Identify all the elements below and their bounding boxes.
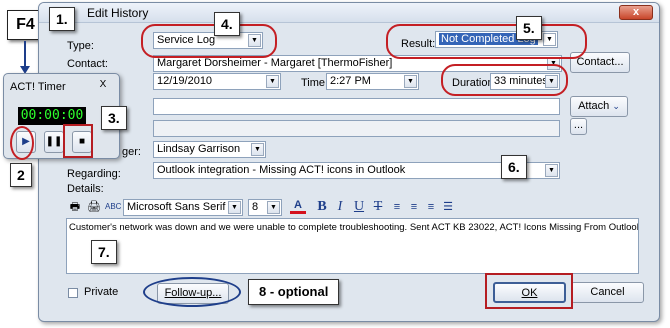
chevron-down-icon[interactable]: ▼: [404, 75, 417, 88]
cancel-button[interactable]: Cancel: [571, 282, 644, 303]
callout-5: 5.: [516, 16, 542, 40]
type-highlight: [141, 24, 277, 58]
print-icon[interactable]: 🖶: [67, 199, 83, 215]
callout-8: 8 - optional: [248, 279, 340, 305]
timer-close-icon[interactable]: X: [95, 78, 111, 92]
time-field[interactable]: 2:27 PM ▼: [326, 73, 419, 90]
private-checkbox[interactable]: [68, 288, 78, 298]
align-left-icon[interactable]: ≡: [389, 199, 405, 215]
browse-button[interactable]: ...: [570, 118, 587, 135]
chevron-down-icon[interactable]: ▼: [228, 201, 241, 214]
result-highlight: [386, 24, 587, 59]
dialog-titlebar: Edit History x: [39, 3, 659, 23]
contact-label: Contact:: [67, 58, 108, 70]
font-color-icon[interactable]: A: [290, 199, 306, 214]
timer-display: 00:00:00: [18, 107, 86, 125]
contact-value: Margaret Dorsheimer - Margaret [ThermoFi…: [157, 57, 393, 69]
chevron-down-icon[interactable]: ▼: [545, 164, 558, 177]
manager-dropdown[interactable]: Lindsay Garrison ▼: [153, 141, 266, 158]
spellcheck-icon[interactable]: ABC: [105, 199, 121, 215]
private-label: Private: [84, 286, 119, 298]
chevron-down-icon[interactable]: ▼: [251, 143, 264, 156]
manager-value: Lindsay Garrison: [157, 143, 241, 155]
attachment-field[interactable]: [153, 120, 560, 137]
print-preview-icon[interactable]: 🖨: [86, 199, 102, 215]
duration-highlight: [441, 64, 568, 96]
timer-title: ACT! Timer: [10, 81, 66, 93]
subject-field[interactable]: [153, 98, 560, 115]
callout-2: 2: [10, 163, 32, 187]
attach-button[interactable]: Attach ⌄: [570, 96, 628, 117]
callout-7: 7.: [91, 240, 117, 264]
date-value: 12/19/2010: [157, 75, 213, 87]
date-field[interactable]: 12/19/2010 ▼: [153, 73, 281, 90]
callout-4: 4.: [214, 12, 240, 36]
strikethrough-button[interactable]: T: [370, 199, 386, 215]
bold-button[interactable]: B: [314, 199, 330, 215]
chevron-down-icon: ⌄: [612, 101, 620, 111]
follow-up-highlight: [143, 277, 241, 307]
stop-button-highlight: [63, 124, 93, 158]
callout-6: 6.: [501, 155, 527, 179]
align-right-icon[interactable]: ≡: [423, 199, 439, 215]
italic-button[interactable]: I: [332, 199, 348, 215]
details-textarea[interactable]: Customer's network was down and we were …: [66, 218, 639, 274]
ok-button-highlight: [485, 273, 573, 309]
dialog-title: Edit History: [87, 6, 149, 20]
start-button-highlight: [10, 126, 34, 160]
time-value: 2:27 PM: [330, 75, 371, 87]
font-size-value: 8: [252, 201, 259, 213]
underline-button[interactable]: U: [351, 199, 367, 215]
pause-icon: ❚❚: [45, 136, 63, 147]
manager-label: ger:: [122, 146, 141, 158]
dialog-close-button[interactable]: x: [619, 5, 653, 20]
details-text: Customer's network was down and we were …: [69, 222, 638, 233]
callout-1: 1.: [49, 7, 75, 31]
timer-pause-button[interactable]: ❚❚: [44, 131, 64, 153]
font-size-dropdown[interactable]: 8 ▼: [248, 199, 282, 216]
regarding-label: Regarding:: [67, 168, 121, 180]
regarding-value: Outlook integration - Missing ACT! icons…: [157, 164, 406, 176]
bullet-list-icon[interactable]: ☰: [440, 199, 456, 215]
font-name-value: Microsoft Sans Serif: [127, 201, 226, 213]
time-label: Time:: [301, 77, 329, 89]
regarding-field[interactable]: Outlook integration - Missing ACT! icons…: [153, 162, 560, 179]
align-center-icon[interactable]: ≡: [406, 199, 422, 215]
chevron-down-icon[interactable]: ▼: [267, 201, 280, 214]
callout-3: 3.: [101, 106, 127, 130]
type-label: Type:: [67, 40, 94, 52]
details-label: Details:: [67, 183, 104, 195]
chevron-down-icon[interactable]: ▼: [266, 75, 279, 88]
font-name-dropdown[interactable]: Microsoft Sans Serif ▼: [123, 199, 243, 216]
attach-label: Attach: [578, 100, 610, 112]
